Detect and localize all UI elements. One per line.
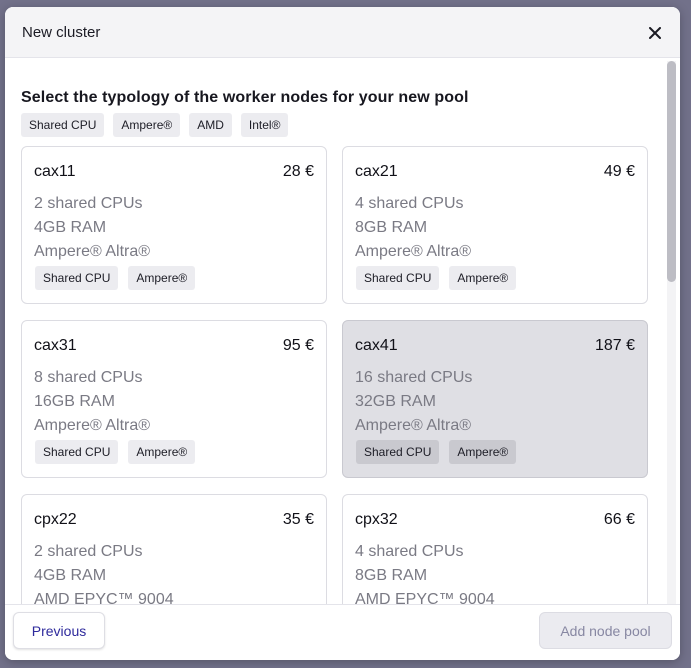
scrollbar[interactable] — [667, 61, 676, 604]
card-ram: 8GB RAM — [355, 567, 428, 584]
modal-footer: Previous Add node pool — [5, 604, 680, 660]
card-ram: 32GB RAM — [355, 393, 436, 410]
card-processor: Ampere® Altra® — [34, 417, 151, 434]
card-tag-shared-cpu: Shared CPU — [356, 440, 440, 464]
node-card-cpx22[interactable]: cpx22 35 € 2 shared CPUs 4GB RAM AMD EPY… — [21, 494, 327, 604]
card-name: cax21 — [355, 163, 398, 180]
close-button[interactable] — [645, 23, 665, 43]
card-processor: Ampere® Altra® — [355, 417, 472, 434]
card-tag-ampere: Ampere® — [449, 266, 517, 290]
card-name: cax11 — [34, 163, 76, 180]
filter-tag-shared-cpu[interactable]: Shared CPU — [21, 113, 105, 137]
card-tag-ampere: Ampere® — [128, 440, 196, 464]
card-cpu: 4 shared CPUs — [355, 543, 464, 560]
card-tags: Shared CPU Ampere® — [35, 266, 196, 290]
card-tags: Shared CPU Ampere® — [356, 440, 517, 464]
card-name: cax41 — [355, 337, 398, 354]
close-icon — [649, 27, 661, 39]
node-card-cax11[interactable]: cax11 28 € 2 shared CPUs 4GB RAM Ampere®… — [21, 146, 327, 304]
section-heading: Select the typology of the worker nodes … — [21, 89, 469, 106]
card-tags: Shared CPU Ampere® — [35, 440, 196, 464]
node-card-cax21[interactable]: cax21 49 € 4 shared CPUs 8GB RAM Ampere®… — [342, 146, 648, 304]
card-processor: Ampere® Altra® — [355, 243, 472, 260]
card-cpu: 8 shared CPUs — [34, 369, 143, 386]
add-node-pool-button[interactable]: Add node pool — [539, 612, 672, 649]
card-name: cax31 — [34, 337, 77, 354]
modal-header: New cluster — [5, 7, 680, 58]
card-price: 187 € — [594, 337, 635, 354]
card-tag-shared-cpu: Shared CPU — [356, 266, 440, 290]
card-price: 49 € — [603, 163, 635, 180]
filter-tag-ampere[interactable]: Ampere® — [113, 113, 181, 137]
card-tag-ampere: Ampere® — [128, 266, 196, 290]
node-card-cax41[interactable]: cax41 187 € 16 shared CPUs 32GB RAM Ampe… — [342, 320, 648, 478]
filter-tag-amd[interactable]: AMD — [189, 113, 232, 137]
card-tag-ampere: Ampere® — [449, 440, 517, 464]
card-ram: 4GB RAM — [34, 219, 107, 236]
card-cpu: 4 shared CPUs — [355, 195, 464, 212]
card-processor: AMD EPYC™ 9004 — [355, 591, 495, 604]
card-price: 28 € — [282, 163, 314, 180]
card-tags: Shared CPU Ampere® — [356, 266, 517, 290]
card-processor: AMD EPYC™ 9004 — [34, 591, 174, 604]
card-processor: Ampere® Altra® — [34, 243, 151, 260]
card-cpu: 16 shared CPUs — [355, 369, 473, 386]
card-tag-shared-cpu: Shared CPU — [35, 440, 119, 464]
scrollbar-thumb[interactable] — [667, 61, 676, 282]
previous-button[interactable]: Previous — [13, 612, 105, 649]
modal-title: New cluster — [22, 24, 101, 41]
node-card-cpx32[interactable]: cpx32 66 € 4 shared CPUs 8GB RAM AMD EPY… — [342, 494, 648, 604]
node-card-cax31[interactable]: cax31 95 € 8 shared CPUs 16GB RAM Ampere… — [21, 320, 327, 478]
card-price: 95 € — [282, 337, 314, 354]
card-price: 66 € — [603, 511, 635, 528]
card-name: cpx32 — [355, 511, 398, 528]
card-ram: 8GB RAM — [355, 219, 428, 236]
card-cpu: 2 shared CPUs — [34, 543, 143, 560]
new-cluster-modal: New cluster Select the typology of the w… — [5, 7, 680, 660]
modal-body: Select the typology of the worker nodes … — [5, 59, 680, 604]
filter-tags: Shared CPU Ampere® AMD Intel® — [21, 113, 289, 137]
card-price: 35 € — [282, 511, 314, 528]
filter-tag-intel[interactable]: Intel® — [240, 113, 289, 137]
card-tag-shared-cpu: Shared CPU — [35, 266, 119, 290]
card-ram: 16GB RAM — [34, 393, 115, 410]
card-name: cpx22 — [34, 511, 77, 528]
card-ram: 4GB RAM — [34, 567, 107, 584]
card-cpu: 2 shared CPUs — [34, 195, 143, 212]
